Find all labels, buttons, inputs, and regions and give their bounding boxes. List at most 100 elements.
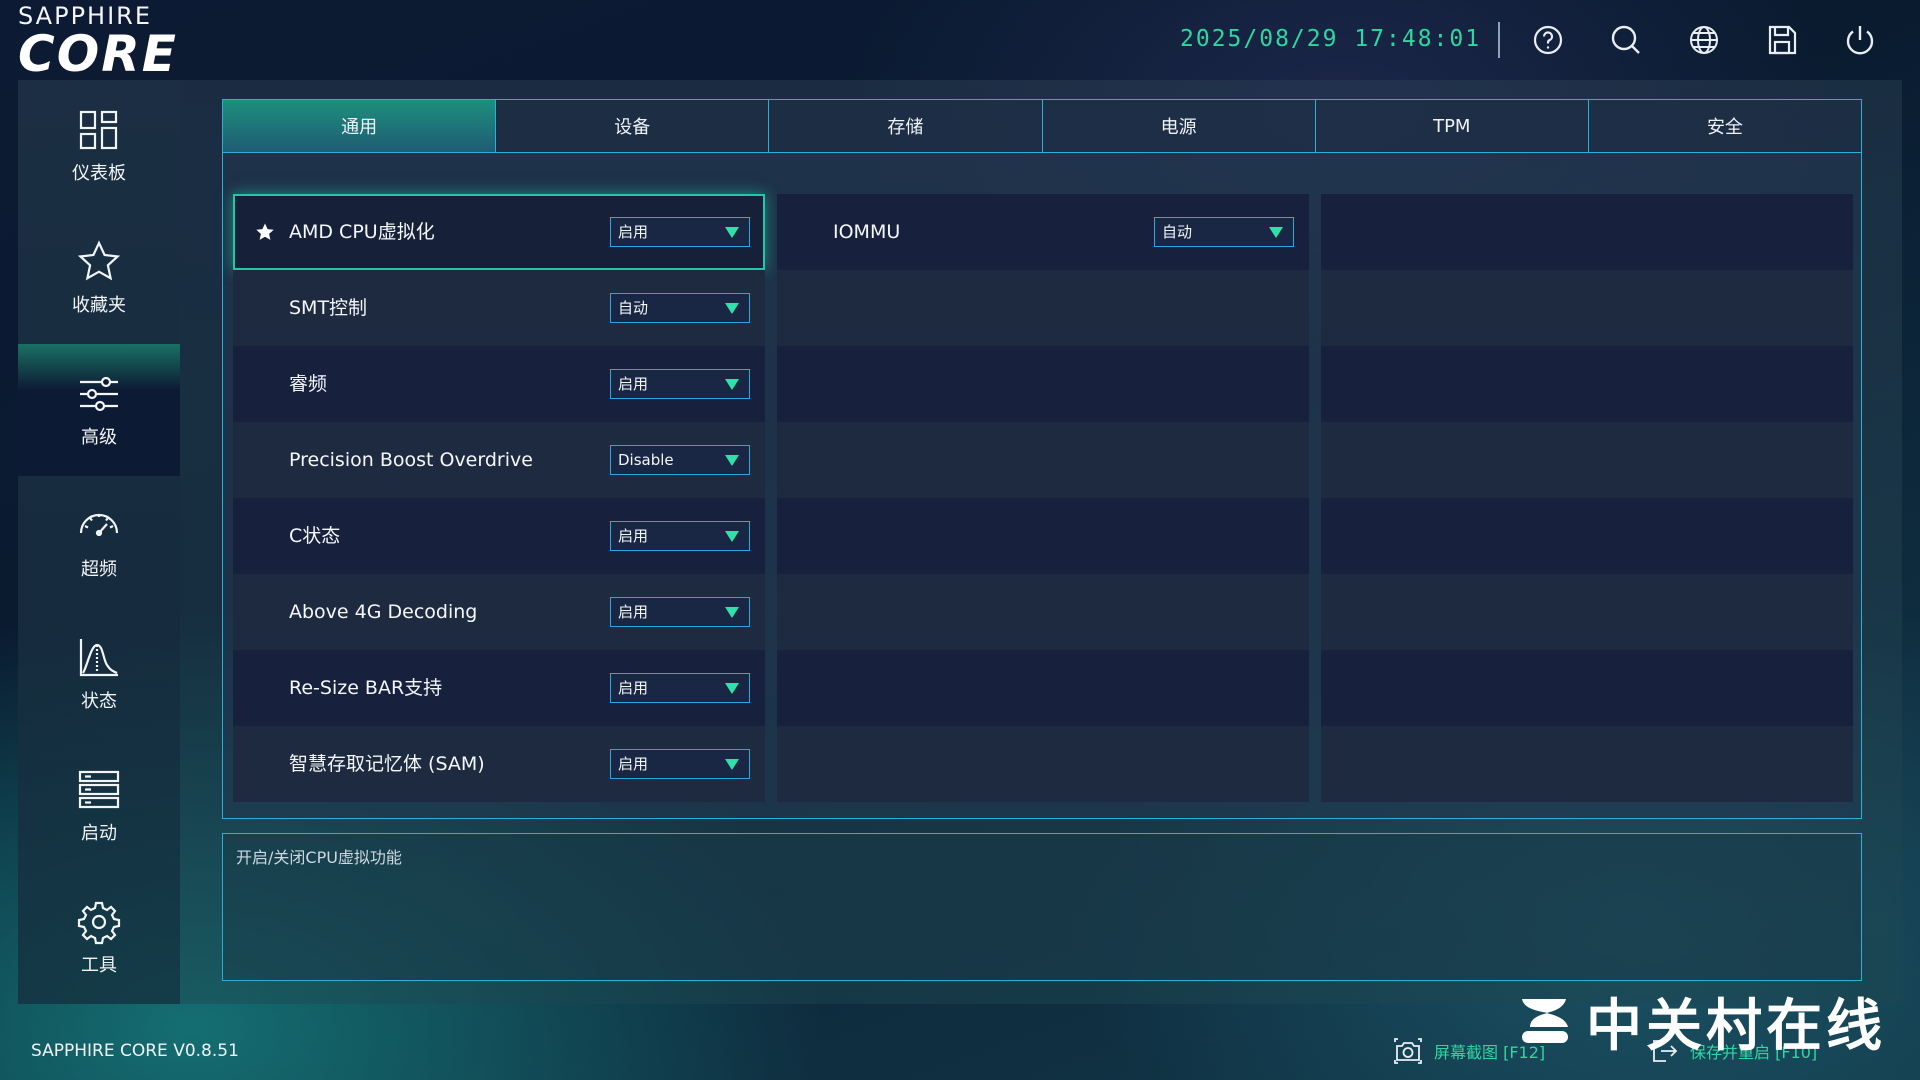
search-icon[interactable] <box>1608 22 1644 58</box>
setting-row-iommu[interactable]: IOMMU 自动 <box>777 194 1309 270</box>
setting-row-smt-control[interactable]: SMT控制 自动 <box>233 270 765 346</box>
settings-column-3 <box>1321 194 1853 802</box>
sidebar-item-label: 启动 <box>81 823 117 844</box>
setting-dropdown[interactable]: 启用 <box>610 217 750 247</box>
setting-row-amd-cpu-virtualization[interactable]: AMD CPU虚拟化 启用 <box>233 194 765 270</box>
sidebar-item-favorites[interactable]: 收藏夹 <box>18 212 180 344</box>
globe-icon[interactable] <box>1686 22 1722 58</box>
setting-row-above-4g-decoding[interactable]: Above 4G Decoding 启用 <box>233 574 765 650</box>
empty-row <box>1321 650 1853 726</box>
setting-row-resize-bar[interactable]: Re-Size BAR支持 启用 <box>233 650 765 726</box>
sidebar-item-boot[interactable]: 启动 <box>18 740 180 872</box>
gear-icon <box>77 901 121 945</box>
dropdown-arrow-icon <box>725 683 739 694</box>
setting-label: Above 4G Decoding <box>289 601 478 623</box>
favorite-star-icon[interactable] <box>255 222 275 242</box>
help-icon[interactable] <box>1530 22 1566 58</box>
dropdown-arrow-icon <box>1269 227 1283 238</box>
chart-icon <box>79 639 118 677</box>
sapphire-core-logo: SAPPHIRE CORE <box>18 2 228 83</box>
setting-row-turbo[interactable]: 睿频 启用 <box>233 346 765 422</box>
setting-dropdown[interactable]: Disable <box>610 445 750 475</box>
logo-core-text: CORE <box>18 25 178 83</box>
sidebar-item-label: 状态 <box>81 691 117 712</box>
sidebar-item-label: 仪表板 <box>72 163 126 184</box>
sidebar-item-advanced[interactable]: 高级 <box>18 344 180 476</box>
settings-column-2: IOMMU 自动 <box>777 194 1309 802</box>
tab-tpm[interactable]: TPM <box>1316 100 1589 152</box>
tab-general[interactable]: 通用 <box>223 100 497 152</box>
watermark-logo-icon <box>1522 999 1568 1043</box>
setting-row-sam[interactable]: 智慧存取记忆体 (SAM) 启用 <box>233 726 765 802</box>
tab-power[interactable]: 电源 <box>1043 100 1316 152</box>
setting-label: Precision Boost Overdrive <box>289 449 533 471</box>
setting-label: 智慧存取记忆体 (SAM) <box>289 753 485 775</box>
dropdown-value: Disable <box>618 451 674 469</box>
save-icon[interactable] <box>1764 22 1800 58</box>
setting-label: IOMMU <box>833 221 901 243</box>
datetime-display: 2025/08/29 17:48:01 <box>1180 26 1482 52</box>
dropdown-value: 启用 <box>618 603 649 621</box>
dropdown-arrow-icon <box>725 531 739 542</box>
sidebar-item-label: 收藏夹 <box>72 295 126 316</box>
empty-row <box>777 270 1309 346</box>
tab-security[interactable]: 安全 <box>1589 100 1861 152</box>
empty-row <box>777 422 1309 498</box>
empty-row <box>1321 422 1853 498</box>
tab-devices[interactable]: 设备 <box>496 100 770 152</box>
dropdown-arrow-icon <box>725 303 739 314</box>
dropdown-value: 启用 <box>618 679 649 697</box>
empty-row <box>777 726 1309 802</box>
empty-row <box>1321 498 1853 574</box>
dropdown-arrow-icon <box>725 607 739 618</box>
sidebar-item-tools[interactable]: 工具 <box>18 872 180 1004</box>
tab-storage[interactable]: 存储 <box>769 100 1043 152</box>
sidebar: 仪表板 收藏夹 高级 超频 状态 启动 工具 <box>18 80 180 1004</box>
setting-dropdown[interactable]: 启用 <box>610 749 750 779</box>
setting-label: Re-Size BAR支持 <box>289 677 443 699</box>
setting-dropdown[interactable]: 启用 <box>610 369 750 399</box>
empty-row <box>777 650 1309 726</box>
setting-dropdown[interactable]: 启用 <box>610 597 750 627</box>
empty-row <box>1321 574 1853 650</box>
sidebar-item-label: 超频 <box>81 559 117 580</box>
empty-row <box>1321 726 1853 802</box>
settings-column-1: AMD CPU虚拟化 启用 SMT控制 自动 睿频 启用 Precision B… <box>233 194 765 802</box>
sidebar-item-overclock[interactable]: 超频 <box>18 476 180 608</box>
dashboard-icon <box>79 110 118 150</box>
gauge-icon <box>79 513 119 537</box>
setting-dropdown[interactable]: 自动 <box>1154 217 1294 247</box>
header-divider <box>1498 22 1500 58</box>
dropdown-value: 自动 <box>1162 223 1193 241</box>
watermark-text: 中关村在线 <box>1586 993 1886 1059</box>
dropdown-arrow-icon <box>725 455 739 466</box>
empty-row <box>777 574 1309 650</box>
description-text: 开启/关闭CPU虚拟功能 <box>236 848 402 867</box>
sidebar-item-label: 工具 <box>81 955 117 976</box>
camera-icon <box>1394 1038 1422 1064</box>
dropdown-value: 启用 <box>618 527 649 545</box>
setting-row-c-state[interactable]: C状态 启用 <box>233 498 765 574</box>
setting-label: AMD CPU虚拟化 <box>289 221 435 243</box>
sidebar-item-status[interactable]: 状态 <box>18 608 180 740</box>
setting-dropdown[interactable]: 启用 <box>610 521 750 551</box>
dropdown-arrow-icon <box>725 227 739 238</box>
dropdown-arrow-icon <box>725 759 739 770</box>
sliders-icon <box>80 376 118 412</box>
setting-row-precision-boost-overdrive[interactable]: Precision Boost Overdrive Disable <box>233 422 765 498</box>
star-icon <box>77 240 121 281</box>
setting-dropdown[interactable]: 启用 <box>610 673 750 703</box>
setting-label: SMT控制 <box>289 297 368 319</box>
power-icon[interactable] <box>1842 22 1878 58</box>
dropdown-value: 启用 <box>618 223 649 241</box>
sidebar-item-dashboard[interactable]: 仪表板 <box>18 80 180 212</box>
empty-row <box>1321 194 1853 270</box>
empty-row <box>777 346 1309 422</box>
version-label: SAPPHIRE CORE V0.8.51 <box>31 1041 239 1061</box>
description-box: 开启/关闭CPU虚拟功能 <box>222 833 1862 981</box>
setting-label: C状态 <box>289 525 341 547</box>
setting-dropdown[interactable]: 自动 <box>610 293 750 323</box>
dropdown-value: 自动 <box>618 299 649 317</box>
tab-bar: 通用 设备 存储 电源 TPM 安全 <box>222 99 1862 153</box>
empty-row <box>777 498 1309 574</box>
